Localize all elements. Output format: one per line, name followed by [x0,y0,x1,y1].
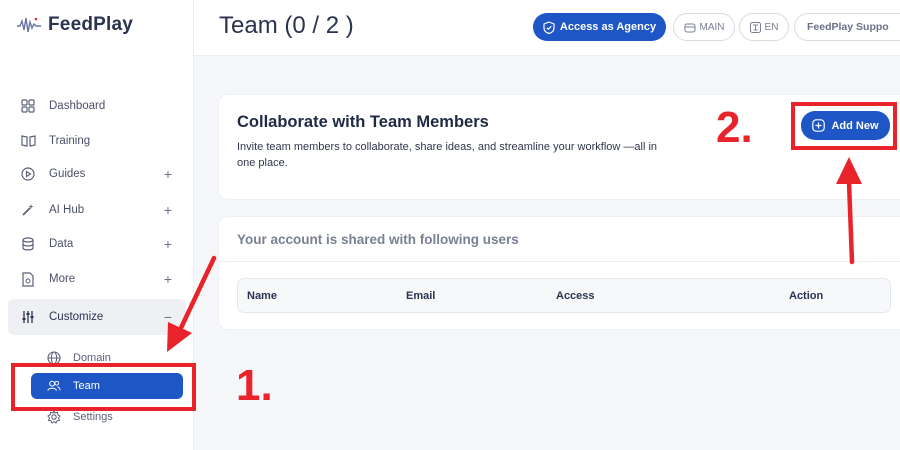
play-circle-icon [20,166,36,182]
collaborate-description: Invite team members to collaborate, shar… [237,141,658,169]
book-icon [20,133,36,149]
sidebar-item-label: Training [49,135,91,147]
expand-icon[interactable]: + [164,202,172,218]
expand-icon[interactable]: + [164,271,172,287]
sidebar-item-label: More [49,273,76,285]
sidebar-item-label: Dashboard [49,100,106,112]
brand-logo[interactable]: FeedPlay [16,14,133,36]
collapse-icon[interactable]: − [164,309,172,325]
sidebar-item-label: Data [49,238,74,250]
shared-users-title: Your account is shared with following us… [237,232,519,247]
language-pill[interactable]: EN [739,13,789,41]
annotation-step-1: 1. [236,361,273,410]
access-as-agency-label: Access as Agency [559,21,657,33]
sidebar-item-customize[interactable]: Customize − [8,299,186,335]
annotation-step-2: 2. [716,103,753,152]
add-new-label: Add New [831,119,879,132]
sidebar-subitem-label: Settings [73,411,113,423]
gear-icon [47,410,61,424]
shared-users-card: Your account is shared with following us… [218,216,900,330]
add-new-button[interactable]: Add New [801,111,890,140]
divider [219,261,900,262]
column-header-access: Access [556,290,595,302]
sidebar-item-ai-hub[interactable]: AI Hub + [8,193,186,227]
language-icon [749,21,761,33]
collaborate-title: Collaborate with Team Members [237,113,489,131]
workspace-main-label: MAIN [699,21,725,33]
top-header: Team (0 / 2 ) Access as Agency MAIN EN F… [194,0,900,56]
column-header-action: Action [789,290,824,302]
sidebar-item-label: Customize [49,311,104,323]
users-table-header: Name Email Access Action [237,278,891,313]
magic-wand-icon [20,202,36,218]
workspace-icon [684,23,695,32]
document-icon [20,271,36,287]
shield-check-icon [543,20,555,34]
expand-icon[interactable]: + [164,166,172,182]
column-header-email: Email [406,290,436,302]
feedplay-support-label: FeedPlay Suppo [807,21,889,33]
sliders-icon [20,309,36,325]
expand-icon[interactable]: + [164,236,172,252]
waveform-logo-icon [17,17,41,33]
access-as-agency-button[interactable]: Access as Agency [533,13,666,41]
sidebar-item-dashboard[interactable]: Dashboard [8,89,186,123]
brand-name: FeedPlay [48,14,134,35]
annotation-highlight-team [11,363,196,411]
sidebar-item-data[interactable]: Data + [8,227,186,261]
plus-square-icon [812,119,826,132]
sidebar-item-label: AI Hub [49,204,85,216]
feedplay-support-pill[interactable]: FeedPlay Suppo [794,13,900,41]
language-label: EN [764,21,779,33]
database-icon [20,236,36,252]
sidebar-item-label: Guides [49,168,86,180]
sidebar-item-guides[interactable]: Guides + [8,157,186,191]
sidebar-item-more[interactable]: More + [8,262,186,296]
page-title: Team (0 / 2 ) [219,12,354,39]
column-header-name: Name [247,290,277,302]
workspace-main-pill[interactable]: MAIN [673,13,735,41]
sidebar-item-training[interactable]: Training [8,124,186,158]
dashboard-icon [20,98,36,114]
